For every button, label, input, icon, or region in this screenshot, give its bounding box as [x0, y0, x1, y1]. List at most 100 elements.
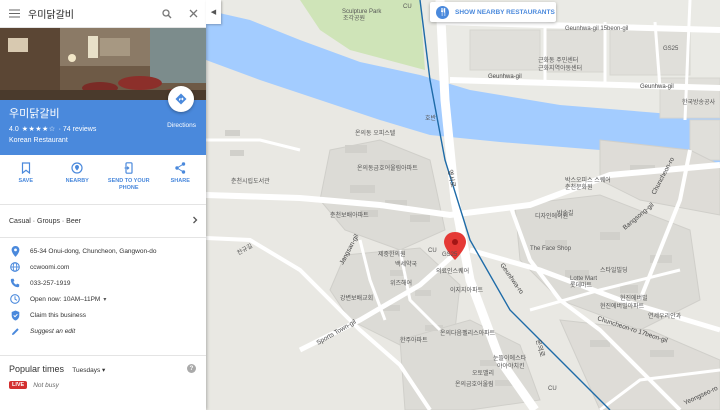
nearby-button[interactable]: NEARBY [52, 155, 104, 204]
search-bar: 우미닭갈비 [0, 0, 206, 28]
collapse-panel-button[interactable]: ◀ [206, 0, 221, 24]
globe-icon [10, 262, 20, 272]
attributes-text: Casual · Groups · Beer [9, 217, 81, 225]
label-poi-12: 롯데마트 [570, 281, 593, 289]
live-status-text: Not busy [33, 381, 59, 389]
label-poi-11: Lotte Mart [570, 276, 597, 282]
search-input[interactable]: 우미닭갈비 [28, 6, 154, 21]
label-poi-1: 근화동 주민센터 [538, 56, 578, 64]
suggest-edit-link[interactable]: Suggest an edit [30, 328, 75, 335]
rating-value: 4.0 [9, 125, 19, 133]
label-sculpture-park-kr: 조각공원 [343, 14, 365, 22]
send-to-phone-label: SEND TO YOUR PHONE [107, 178, 150, 191]
label-poi-29: 이지지아파트 [450, 286, 484, 294]
label-geunhwa-gil: Geunhwa-gil [488, 74, 522, 80]
label-poi-24: 눈뜰이에스타 [493, 354, 527, 362]
action-bar: SAVE NEARBY SEND TO YOUR PHONE SHARE [0, 155, 206, 205]
menu-icon[interactable] [0, 0, 28, 28]
phone-icon [124, 162, 133, 174]
share-label: SHARE [170, 178, 190, 184]
label-poi-14: 현진에버빌아파트 [600, 302, 645, 310]
chevron-right-icon [193, 216, 198, 224]
label-geunhwa-gil-2: Geunhwa-gil [640, 84, 674, 90]
help-icon[interactable]: ? [187, 364, 196, 373]
suggest-edit-row[interactable]: Suggest an edit [0, 323, 206, 339]
label-cu-mid: CU [428, 248, 437, 254]
label-bangsong-kr: 방송길 [557, 209, 574, 217]
label-poi-10: The Face Shop [530, 246, 572, 252]
label-poi-21: 현진에버빌 [620, 294, 648, 302]
address-row[interactable]: 65-34 Onui-dong, Chuncheon, Gangwon-do [0, 243, 206, 259]
phone-number[interactable]: 033-257-1919 [30, 280, 70, 287]
label-poi-9: 춘천문화원 [565, 183, 593, 191]
label-poi-13: 스타일빌딩 [600, 266, 628, 274]
directions-button[interactable] [168, 86, 194, 112]
hours-dropdown-icon[interactable]: ▾ [103, 296, 106, 303]
bookmark-icon [21, 162, 30, 174]
live-status-row: LIVE Not busy [9, 381, 197, 389]
label-poi-26: 오토밸리 [472, 369, 494, 377]
website-link[interactable]: ccwoomi.com [30, 264, 69, 271]
share-icon [175, 162, 185, 174]
label-poi-2: 근화지역아동센터 [538, 64, 582, 72]
label-gs25-north: GS25 [663, 46, 679, 52]
place-category[interactable]: Korean Restaurant [9, 137, 206, 144]
label-poi-3: 춘천시립도서관 [231, 177, 270, 185]
nearby-label: NEARBY [65, 178, 89, 184]
directions-icon [175, 93, 187, 105]
phone-call-icon [10, 278, 20, 288]
popular-times-day: Tuesdays [72, 367, 101, 374]
claim-business-link[interactable]: Claim this business [30, 312, 86, 319]
send-to-phone-button[interactable]: SEND TO YOUR PHONE [103, 155, 155, 204]
label-cu-south: CU [548, 386, 557, 392]
shield-icon [11, 310, 19, 320]
hours-row[interactable]: Open now: 10AM–11PM ▾ [0, 291, 206, 307]
label-poi-15: 연세우리안과 [648, 312, 682, 320]
label-gs25-south: GS25 [442, 252, 458, 258]
website-row[interactable]: ccwoomi.com [0, 259, 206, 275]
place-header: 우미닭갈비 4.0 ★★★★☆ · 74 reviews Korean Rest… [0, 86, 206, 155]
phone-row[interactable]: 033-257-1919 [0, 275, 206, 291]
label-sculpture-park: Sculpture Park [342, 9, 382, 15]
popular-times-day-select[interactable]: Tuesdays ▾ [72, 367, 105, 374]
popular-times-title: Popular times [9, 364, 65, 374]
clock-icon [10, 294, 20, 304]
directions-label[interactable]: Directions [167, 122, 196, 129]
label-poi-4: 제중한의원 [378, 250, 406, 258]
popular-times-section: Popular times Tuesdays ▾ ? LIVE Not busy [0, 355, 206, 397]
reviews-link[interactable]: · 74 reviews [59, 126, 97, 133]
show-nearby-restaurants-button[interactable]: SHOW NEARBY RESTAURANTS [430, 2, 556, 22]
chevron-left-icon: ◀ [210, 9, 217, 16]
save-button[interactable]: SAVE [0, 155, 52, 204]
location-pin-icon [11, 245, 19, 257]
share-button[interactable]: SHARE [155, 155, 207, 204]
label-poi-18: 강변보배교회 [340, 294, 373, 302]
address-text: 65-34 Onui-dong, Chuncheon, Gangwon-do [30, 247, 157, 255]
attributes-row[interactable]: Casual · Groups · Beer [0, 205, 206, 238]
show-nearby-restaurants-label: SHOW NEARBY RESTAURANTS [455, 8, 555, 16]
hours-text: Open now: 10AM–11PM [30, 295, 101, 303]
label-poi-22: 온의금호어울림 [455, 380, 494, 388]
label-poi-16: 춘천보배아파트 [330, 211, 369, 219]
label-poi-23: 위즈해어 [390, 279, 412, 287]
restaurant-icon [436, 5, 449, 19]
save-label: SAVE [18, 178, 34, 184]
label-cu-north: CU [403, 4, 412, 10]
details-list: 65-34 Onui-dong, Chuncheon, Gangwon-do c… [0, 238, 206, 339]
label-poi-7: 한국방송공사 [682, 98, 716, 106]
label-poi-25: 야야야치킨 [497, 362, 525, 370]
place-panel: 우미닭갈비 우미닭갈비 4.0 ★★★★☆ · 74 reviews Korea… [0, 0, 206, 410]
label-street-15beon: Geunhwa-gil 15beon-gil [565, 26, 628, 32]
label-poi-17: 백세약국 [395, 260, 418, 268]
live-badge: LIVE [9, 381, 28, 389]
close-icon[interactable] [180, 0, 206, 28]
claim-row[interactable]: Claim this business [0, 307, 206, 323]
label-poi-6: 온의동 오피스텔 [355, 129, 396, 137]
nearby-icon [71, 162, 83, 174]
label-poi-27: 한주아파트 [400, 336, 428, 344]
search-icon[interactable] [154, 0, 180, 28]
label-hoban: 호반 [425, 114, 437, 122]
label-poi-5: 온의동금호어울림아파트 [357, 164, 418, 172]
pencil-icon [11, 327, 19, 335]
label-poi-8: 박스오피스 스퀘어 [565, 176, 611, 184]
